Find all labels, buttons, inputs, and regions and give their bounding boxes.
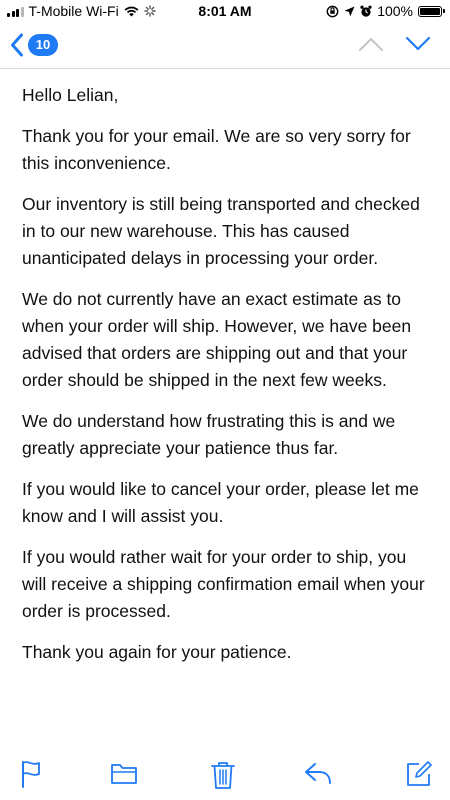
back-button[interactable]: 10 [10, 33, 58, 57]
previous-message-button[interactable] [358, 36, 384, 52]
battery-icon [418, 5, 445, 17]
folder-icon[interactable] [110, 760, 138, 786]
email-paragraph: Our inventory is still being transported… [22, 194, 420, 268]
alarm-clock-icon [360, 5, 372, 17]
navigation-bar: 10 [0, 24, 450, 69]
email-body: Hello Lelian, Thank you for your email. … [22, 82, 432, 680]
unread-count-badge: 10 [28, 34, 58, 56]
chevron-left-icon [11, 33, 23, 57]
trash-icon[interactable] [210, 760, 236, 790]
email-paragraph: Thank you for your email. We are so very… [22, 126, 411, 173]
flag-icon[interactable] [20, 760, 42, 788]
email-paragraph: We do understand how frustrating this is… [22, 411, 396, 458]
compose-icon[interactable] [405, 760, 433, 788]
next-message-button[interactable] [405, 36, 431, 52]
location-arrow-icon [344, 6, 355, 16]
email-paragraph: If you would like to cancel your order, … [22, 479, 419, 526]
email-paragraph: We do not currently have an exact estima… [22, 289, 412, 390]
reply-icon[interactable] [303, 760, 333, 786]
email-paragraph: Thank you again for your patience. [22, 642, 292, 662]
battery-percent: 100% [377, 3, 413, 19]
status-bar: T-Mobile Wi-Fi 8:01 AM 100% [0, 0, 450, 24]
screen-rotation-lock-icon [326, 5, 339, 17]
email-greeting: Hello Lelian, [22, 85, 119, 105]
email-paragraph: If you would rather wait for your order … [22, 547, 425, 621]
bottom-toolbar [0, 750, 450, 800]
